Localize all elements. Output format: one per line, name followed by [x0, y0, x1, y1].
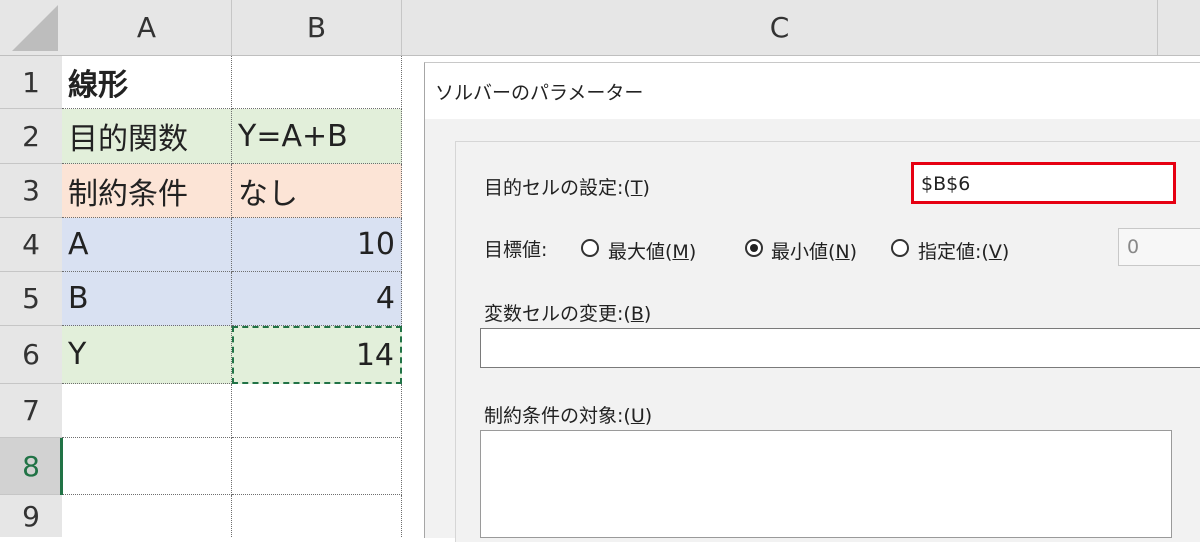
corner-triangle-icon [12, 5, 58, 51]
column-header-a[interactable]: A [62, 0, 232, 55]
cell-a9[interactable] [62, 495, 232, 537]
cell-b9[interactable] [232, 495, 402, 537]
radio-value-label[interactable]: 指定値:(V) [918, 237, 1009, 264]
radio-min-label[interactable]: 最小値(N) [771, 237, 857, 264]
cell-a2[interactable]: 目的関数 [62, 109, 232, 164]
radio-selected-dot [750, 244, 758, 252]
solver-dialog: ソルバーのパラメーター 目的セルの設定:(T) $B$6 目標値: 最大値(M)… [424, 62, 1200, 542]
cell-a7[interactable] [62, 384, 232, 438]
cell-a8[interactable] [62, 438, 232, 495]
row-header-7[interactable]: 7 [0, 384, 62, 438]
row-header-3[interactable]: 3 [0, 164, 62, 218]
column-header-d[interactable] [1158, 0, 1200, 55]
cell-b4[interactable]: 10 [232, 218, 402, 272]
cell-b2[interactable]: Y=A+B [232, 109, 402, 164]
cell-a6[interactable]: Y [62, 326, 232, 384]
objective-label: 目的セルの設定:(T) [484, 177, 650, 199]
cell-a1[interactable]: 線形 [62, 56, 232, 109]
cell-c-strip[interactable] [402, 56, 424, 538]
radio-value[interactable] [891, 239, 909, 257]
cell-b1[interactable] [232, 56, 402, 109]
cell-b7[interactable] [232, 384, 402, 438]
target-label: 目標値: [484, 239, 548, 261]
active-cell-indicator [60, 438, 63, 495]
cell-b3[interactable]: なし [232, 164, 402, 218]
row-header-8[interactable]: 8 [0, 438, 62, 495]
variables-input[interactable] [480, 328, 1200, 368]
cell-b8[interactable] [232, 438, 402, 495]
constraints-label: 制約条件の対象:(U) [484, 405, 653, 427]
row-header-6[interactable]: 6 [0, 326, 62, 384]
cell-b5[interactable]: 4 [232, 272, 402, 326]
cell-a4[interactable]: A [62, 218, 232, 272]
cell-a5[interactable]: B [62, 272, 232, 326]
dialog-title[interactable]: ソルバーのパラメーター [425, 63, 1200, 119]
radio-min[interactable] [745, 239, 763, 257]
select-all-corner[interactable] [0, 0, 62, 55]
cell-a3[interactable]: 制約条件 [62, 164, 232, 218]
variables-label: 変数セルの変更:(B) [484, 303, 652, 325]
row-header-9[interactable]: 9 [0, 495, 62, 537]
cell-b6[interactable]: 14 [232, 326, 402, 384]
column-header-c[interactable]: C [402, 0, 1158, 55]
row-header-4[interactable]: 4 [0, 218, 62, 272]
row-header-5[interactable]: 5 [0, 272, 62, 326]
constraints-list[interactable] [480, 430, 1172, 538]
column-header-b[interactable]: B [232, 0, 402, 55]
radio-max[interactable] [581, 239, 599, 257]
row-header-2[interactable]: 2 [0, 109, 62, 164]
radio-max-label[interactable]: 最大値(M) [608, 237, 696, 264]
row-header-1[interactable]: 1 [0, 56, 62, 109]
objective-highlight [911, 162, 1176, 204]
specified-value-input[interactable]: 0 [1118, 228, 1200, 266]
